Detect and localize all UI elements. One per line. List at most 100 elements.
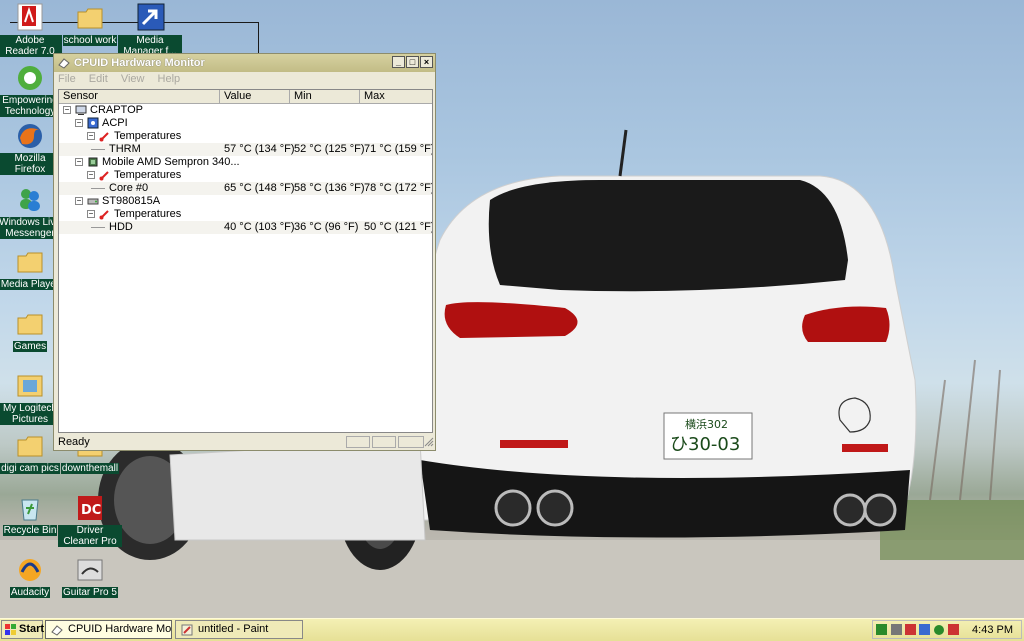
cpuid-app-icon [58,58,70,69]
collapse-toggle[interactable]: − [87,132,95,140]
tree-row[interactable]: − Temperatures [59,208,432,221]
tree-connector [91,227,105,228]
folder-icon [77,8,103,29]
tree-connector [91,149,105,150]
menu-file[interactable]: File [58,73,76,85]
desktop-icon-media-manager[interactable]: Media Manager f... [118,2,182,57]
svg-text:DC: DC [81,503,101,518]
sensor-max: 71 °C (159 °F) [364,143,433,155]
driver-cleaner-icon: DC [78,496,102,520]
collapse-toggle[interactable]: − [75,119,83,127]
desktop-icon-guitar-pro[interactable]: Guitar Pro 5 [58,554,122,598]
svg-text:ひ30-03: ひ30-03 [670,434,740,455]
sensor-max: 50 °C (121 °F) [364,221,433,233]
sensor-min: 36 °C (96 °F) [294,221,359,233]
desktop-icon-recycle-bin[interactable]: Recycle Bin [0,492,62,536]
sensor-max: 78 °C (172 °F) [364,182,433,194]
icon-label: school work [62,35,118,46]
adobe-reader-icon [17,3,43,31]
audacity-icon [19,559,41,581]
icon-label: Games [12,341,48,352]
tree-row[interactable]: THRM 57 °C (134 °F) 52 °C (125 °F) 71 °C (1… [59,143,432,156]
collapse-toggle[interactable]: − [63,106,71,114]
tree-row[interactable]: HDD 40 °C (103 °F) 36 °C (96 °F) 50 °C (121… [59,221,432,234]
media-manager-icon [137,3,165,31]
system-tray: 4:43 PM [872,620,1022,639]
messenger-icon [20,189,40,211]
tree-row[interactable]: − Mobile AMD Sempron 340... [59,156,432,169]
icon-label: digi cam pics [0,463,60,474]
task-label: untitled - Paint [198,623,269,635]
task-paint[interactable]: untitled - Paint [175,620,303,639]
start-button[interactable]: Start [1,620,44,639]
thermometer-icon [99,171,109,181]
collapse-toggle[interactable]: − [75,197,83,205]
maximize-button[interactable]: □ [406,56,419,68]
guitar-pro-icon [77,559,103,581]
cpuid-app-icon [51,625,63,636]
desktop-icon-adobe-reader[interactable]: Adobe Reader 7.0 [0,2,62,57]
sensor-value: 40 °C (103 °F) [224,221,295,233]
logitech-pictures-icon [17,375,43,397]
resize-grip-icon[interactable] [424,437,434,447]
acpi-icon [87,117,99,129]
window-titlebar[interactable]: CPUID Hardware Monitor _ □ × [54,54,435,72]
tree-row[interactable]: − Temperatures [59,130,432,143]
status-bar: Ready [58,436,434,449]
menu-help[interactable]: Help [158,73,181,85]
column-header-min[interactable]: Min [290,90,360,104]
desktop: 横浜302 ひ30-03 Adobe Reader 7.0 school wor… [0,0,1024,618]
sensor-label: Mobile AMD Sempron 340... [102,156,240,168]
minimize-button[interactable]: _ [392,56,405,68]
cpu-icon [88,157,98,167]
sensor-label: ST980815A [102,195,161,207]
sensor-label: ACPI [102,117,128,129]
task-cpuid-hardware-monitor[interactable]: CPUID Hardware Monitor [45,620,172,639]
sensor-min: 52 °C (125 °F) [294,143,365,155]
hard-drive-icon [87,198,99,205]
sensor-label: Temperatures [114,208,182,220]
sensor-label: CRAPTOP [90,104,143,116]
status-cell [372,436,396,448]
folder-icon [17,314,43,335]
desktop-icon-school-work[interactable]: school work [58,2,122,46]
sensor-label: Temperatures [114,130,182,142]
column-header-max[interactable]: Max [360,90,432,104]
windows-logo-icon [5,624,16,635]
desktop-icon-driver-cleaner[interactable]: DC Driver Cleaner Pro [58,492,122,547]
collapse-toggle[interactable]: − [87,171,95,179]
tree-connector [91,188,105,189]
icon-label: Audacity [9,587,51,598]
sensor-label: THRM [109,143,141,155]
status-cell [346,436,370,448]
close-button[interactable]: × [420,56,433,68]
tree-row[interactable]: − ST980815A [59,195,432,208]
column-header-sensor[interactable]: Sensor [59,90,220,104]
clock: 4:43 PM [972,624,1013,636]
recycle-bin-icon [21,499,39,521]
column-header-value[interactable]: Value [220,90,290,104]
sensor-label: Temperatures [114,169,182,181]
status-cell [398,436,424,448]
selection-line [258,22,259,54]
menu-bar: File Edit View Help [58,73,190,87]
folder-icon [17,436,43,457]
sensor-value: 57 °C (134 °F) [224,143,295,155]
collapse-toggle[interactable]: − [87,210,95,218]
tree-row[interactable]: − CRAPTOP [59,104,432,117]
icon-label: Guitar Pro 5 [62,587,118,598]
thermometer-icon [99,132,109,142]
computer-icon [75,105,87,115]
desktop-icon-audacity[interactable]: Audacity [0,554,62,598]
collapse-toggle[interactable]: − [75,158,83,166]
window-title: CPUID Hardware Monitor [74,57,205,69]
icon-label: Driver Cleaner Pro [58,525,122,547]
menu-view[interactable]: View [121,73,145,85]
tree-row[interactable]: − Temperatures [59,169,432,182]
menu-edit[interactable]: Edit [89,73,108,85]
tree-row[interactable]: Core #0 65 °C (148 °F) 58 °C (136 °F) 78 °C… [59,182,432,195]
cpuid-window: CPUID Hardware Monitor _ □ × File Edit V… [53,53,436,451]
tray-icons [876,624,959,635]
sensor-label: Core #0 [109,182,149,194]
tree-row[interactable]: − ACPI [59,117,432,130]
